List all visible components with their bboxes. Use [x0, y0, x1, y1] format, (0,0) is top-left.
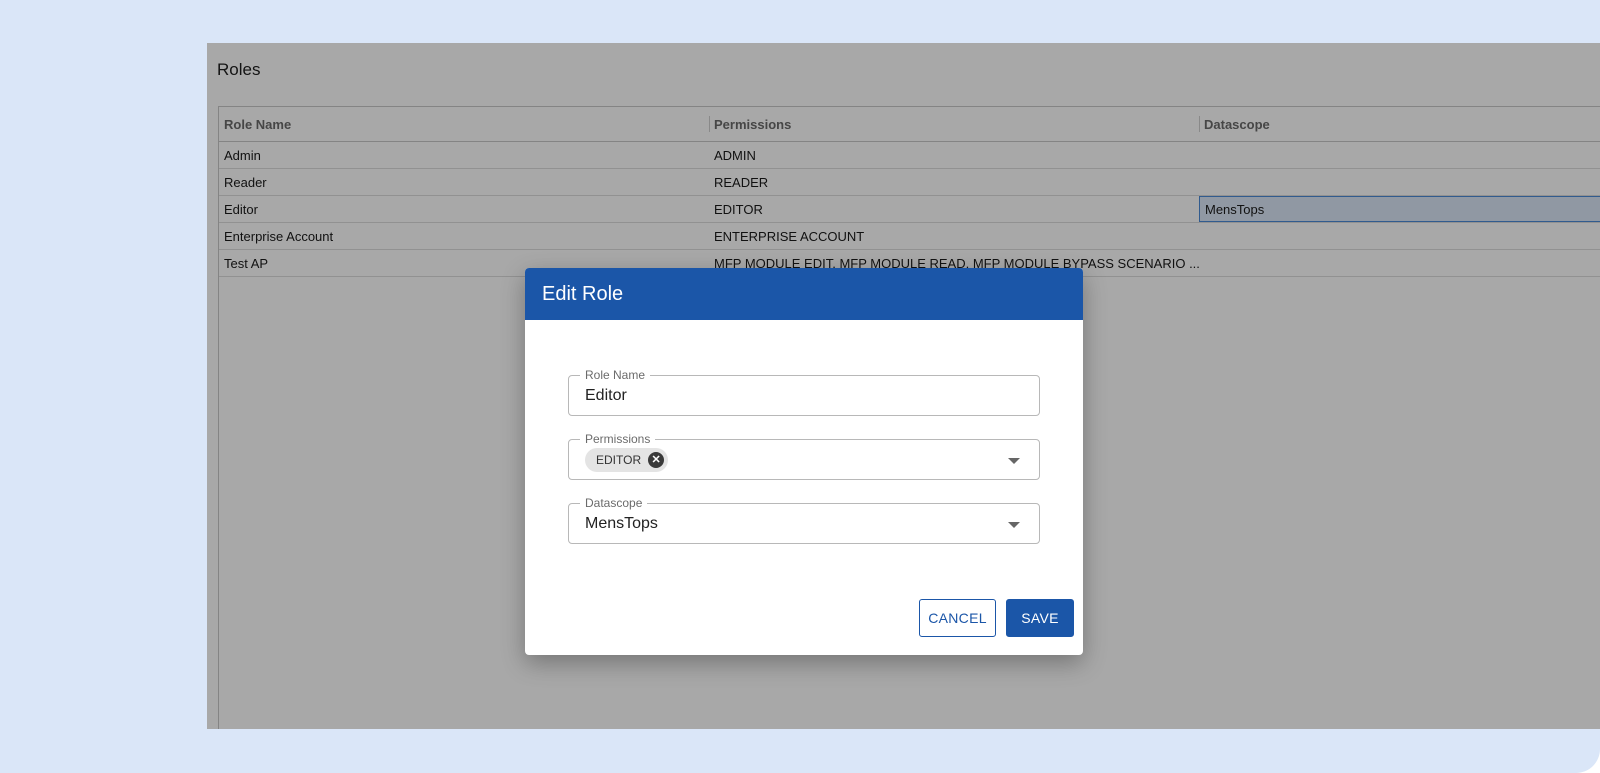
edit-role-dialog: Edit Role Role Name Editor Permissions E…	[525, 268, 1083, 655]
permissions-select[interactable]: Permissions EDITOR ✕	[568, 432, 1040, 480]
role-name-label: Role Name	[580, 368, 651, 382]
permissions-label: Permissions	[580, 432, 656, 446]
chevron-down-icon[interactable]	[1008, 522, 1020, 528]
dialog-title: Edit Role	[525, 268, 1083, 320]
datascope-select[interactable]: Datascope MensTops	[568, 496, 1040, 544]
role-name-field[interactable]: Role Name Editor	[568, 368, 1040, 416]
permission-chip-label: EDITOR	[596, 453, 642, 467]
cancel-button[interactable]: CANCEL	[919, 599, 996, 637]
permission-chip: EDITOR ✕	[585, 448, 669, 472]
datascope-label: Datascope	[580, 496, 648, 510]
chevron-down-icon[interactable]	[1008, 458, 1020, 464]
save-button[interactable]: SAVE	[1006, 599, 1074, 637]
datascope-value[interactable]: MensTops	[585, 515, 658, 533]
screenshot-frame: Roles Role Name Permissions Datascope Ad…	[0, 0, 1600, 773]
role-name-value[interactable]: Editor	[585, 387, 627, 405]
remove-chip-icon[interactable]: ✕	[648, 452, 665, 468]
